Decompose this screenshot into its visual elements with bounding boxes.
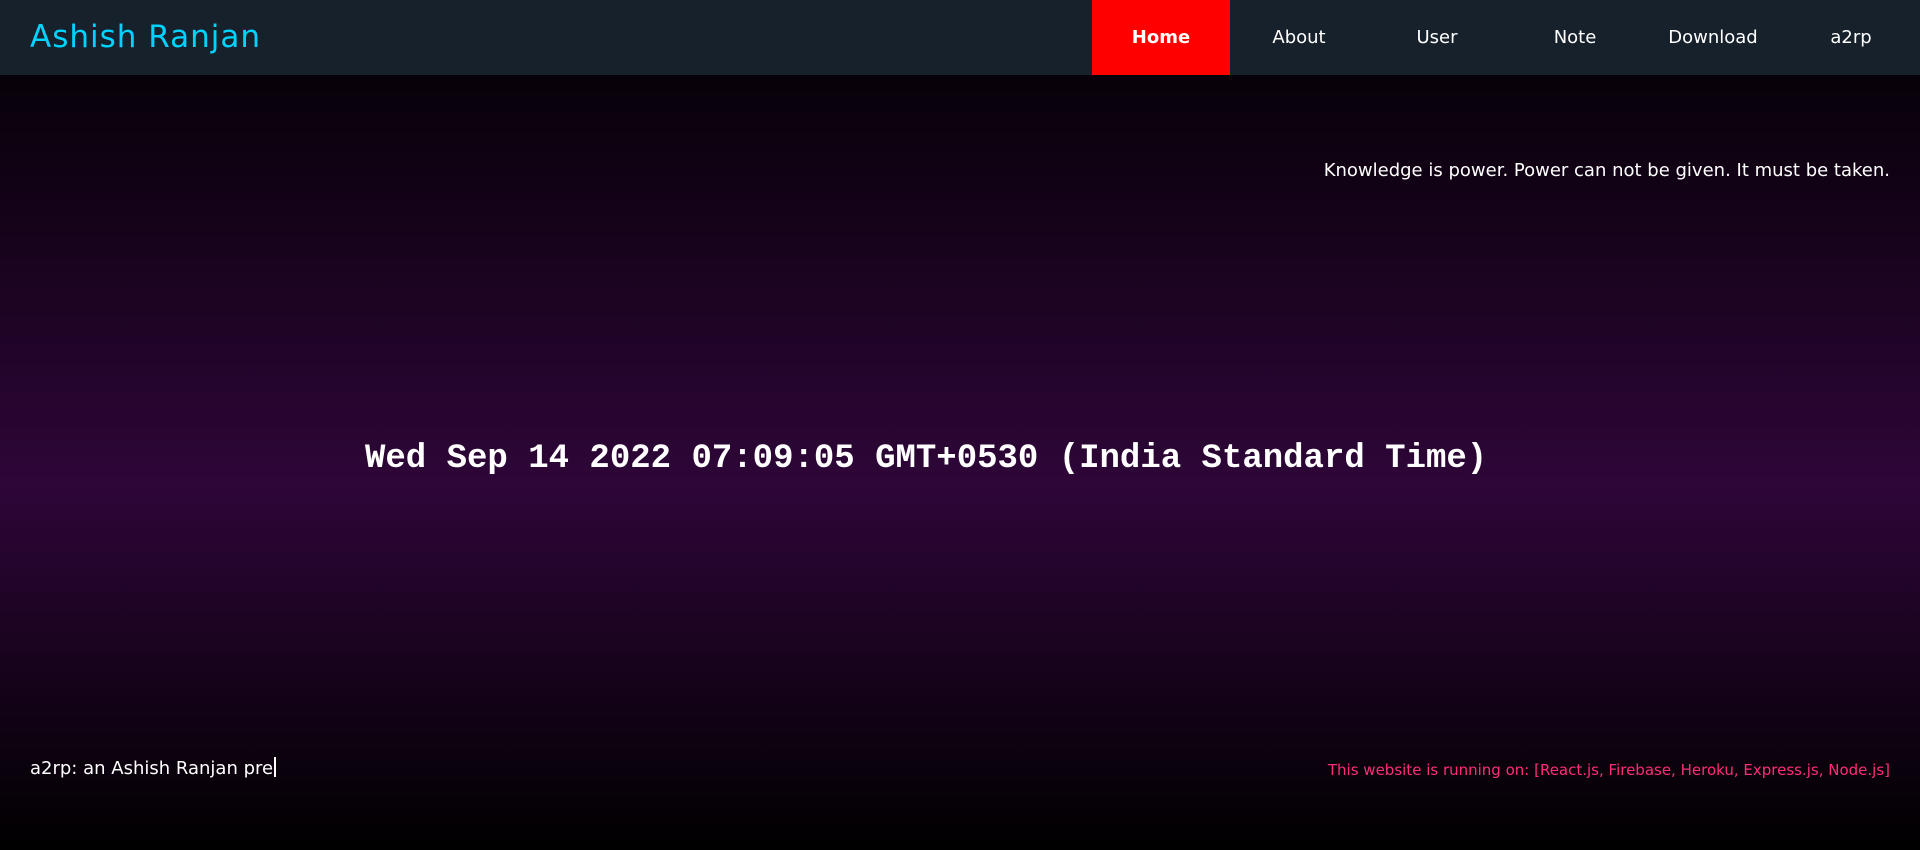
tech-stack-text: This website is running on: [React.js, F… <box>1327 761 1890 779</box>
nav-item-home[interactable]: Home <box>1092 0 1230 75</box>
nav-item-note[interactable]: Note <box>1506 0 1644 75</box>
text-cursor <box>274 757 277 777</box>
typed-intro-text: a2rp: an Ashish Ranjan pre <box>30 758 274 779</box>
brand-logo[interactable]: Ashish Ranjan <box>30 0 261 75</box>
date-time-display: Wed Sep 14 2022 07:09:05 GMT+0530 (India… <box>365 440 1488 478</box>
quote-text: Knowledge is power. Power can not be giv… <box>1323 160 1890 181</box>
nav-menu: Home About User Note Download a2rp <box>1092 0 1920 75</box>
nav-item-download[interactable]: Download <box>1644 0 1782 75</box>
typed-intro: a2rp: an Ashish Ranjan pre <box>30 757 277 779</box>
nav-item-a2rp[interactable]: a2rp <box>1782 0 1920 75</box>
nav-item-about[interactable]: About <box>1230 0 1368 75</box>
nav-item-user[interactable]: User <box>1368 0 1506 75</box>
navbar: Ashish Ranjan Home About User Note Downl… <box>0 0 1920 75</box>
